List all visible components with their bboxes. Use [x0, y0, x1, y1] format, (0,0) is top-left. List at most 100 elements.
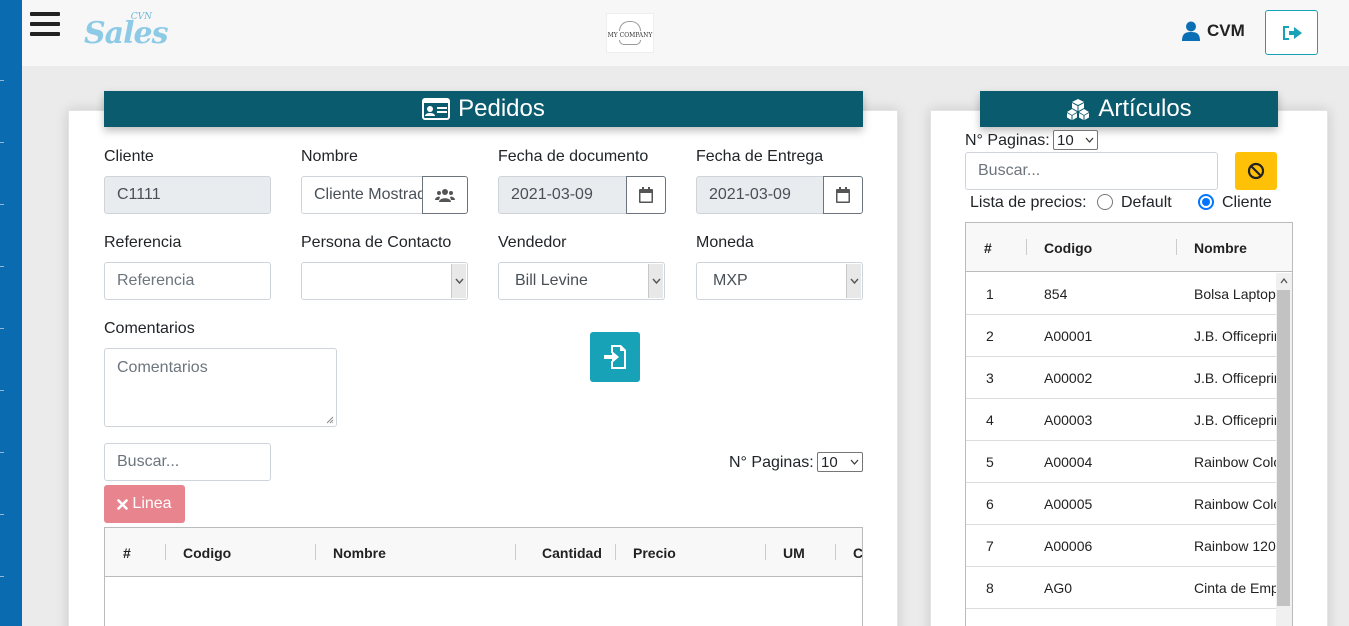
cell-nombre: J.B. Officeprint	[1194, 412, 1276, 428]
cliente-field: C1111	[104, 176, 271, 214]
contacto-select[interactable]	[301, 262, 468, 300]
articulos-table: # Codigo Nombre 1 854 Bolsa Laptop 2 A00001 J…	[965, 222, 1293, 626]
col-header[interactable]: Nombre	[1194, 223, 1247, 272]
cell-n: 5	[986, 454, 994, 470]
articulos-pages-label: N° Paginas:	[965, 132, 1050, 149]
remove-line-button[interactable]: Linea	[104, 485, 185, 523]
calendar-icon	[639, 187, 653, 203]
table-row[interactable]: 7 A00006 Rainbow 1200	[966, 525, 1276, 567]
cell-n: 3	[986, 370, 994, 386]
radio-default-label[interactable]: Default	[1121, 194, 1172, 212]
users-icon	[435, 189, 455, 202]
hamburger-menu-icon[interactable]	[30, 12, 60, 38]
col-header[interactable]: Codigo	[183, 528, 231, 577]
pedidos-title: Pedidos	[458, 95, 545, 122]
fecha-doc-field[interactable]: 2021-03-09	[498, 176, 627, 214]
col-header[interactable]: C	[853, 528, 862, 577]
referencia-label: Referencia	[104, 234, 182, 251]
moneda-select[interactable]: MXP	[696, 262, 863, 300]
articulos-title: Artículos	[1098, 95, 1192, 122]
cell-codigo: A00002	[1044, 370, 1093, 386]
scroll-up-icon[interactable]	[1280, 278, 1288, 284]
table-row[interactable]: 1 854 Bolsa Laptop	[966, 273, 1276, 315]
cell-n: 4	[986, 412, 994, 428]
table-scrollbar[interactable]	[1276, 273, 1292, 626]
vendedor-select[interactable]: Bill Levine	[498, 262, 665, 300]
close-icon	[117, 498, 129, 510]
contacto-label: Persona de Contacto	[301, 234, 452, 251]
table-row[interactable]: 6 A00005 Rainbow Color	[966, 483, 1276, 525]
pedidos-header: Pedidos	[104, 91, 863, 127]
vendedor-label: Vendedor	[498, 234, 567, 251]
fecha-entrega-label: Fecha de Entrega	[696, 148, 824, 165]
clear-search-button[interactable]	[1235, 152, 1277, 190]
col-header[interactable]: Precio	[633, 528, 676, 577]
cell-nombre: Bolsa Laptop	[1194, 286, 1276, 302]
cliente-label: Cliente	[104, 148, 154, 165]
table-row[interactable]: 2 A00001 J.B. Officeprint	[966, 315, 1276, 357]
user-name: CVM	[1207, 21, 1245, 40]
pedidos-search-input[interactable]: Buscar...	[104, 443, 271, 481]
comentarios-field[interactable]: Comentarios	[104, 348, 337, 427]
fecha-entrega-calendar-button[interactable]	[823, 176, 863, 214]
scrollbar-thumb[interactable]	[1277, 290, 1290, 606]
user-icon	[1182, 21, 1200, 41]
calendar-icon	[836, 187, 850, 203]
cell-n: 8	[986, 580, 994, 596]
articulos-table-header: # Codigo Nombre	[966, 223, 1292, 272]
company-logo-text: MY COMPANY	[607, 32, 653, 39]
user-menu[interactable]: CVM	[1182, 21, 1245, 41]
articulos-search-input[interactable]: Buscar...	[965, 152, 1218, 190]
pedidos-pages-value: 10	[821, 453, 838, 471]
nombre-label: Nombre	[301, 148, 358, 165]
nombre-field[interactable]: Cliente Mostrador	[301, 176, 423, 214]
pedidos-pages-label: N° Paginas:	[729, 454, 814, 471]
col-header[interactable]: Nombre	[333, 528, 386, 577]
cell-codigo: A00004	[1044, 454, 1093, 470]
table-row[interactable]: 8 AG0 Cinta de Emp	[966, 567, 1276, 609]
col-header[interactable]: #	[984, 223, 992, 272]
col-header[interactable]: Codigo	[1044, 223, 1092, 272]
cell-nombre: Cinta de Emp	[1194, 580, 1276, 596]
chevron-down-icon	[850, 459, 859, 465]
articulos-pages-select[interactable]: 10	[1053, 130, 1098, 150]
logout-button[interactable]	[1265, 10, 1318, 55]
cubes-icon	[1067, 99, 1090, 120]
cell-codigo: 854	[1044, 286, 1068, 302]
cell-nombre: Rainbow 1200	[1194, 538, 1276, 554]
table-row[interactable]: 5 A00004 Rainbow Color	[966, 441, 1276, 483]
col-header[interactable]: Cantidad	[542, 528, 602, 577]
pedidos-table: # Codigo Nombre Cantidad Precio UM C	[104, 527, 863, 626]
pedidos-pages-select[interactable]: 10	[817, 452, 863, 472]
col-header[interactable]: #	[123, 528, 131, 577]
fecha-entrega-field[interactable]: 2021-03-09	[696, 176, 824, 214]
company-logo: MY COMPANY	[606, 13, 654, 53]
cell-n: 2	[986, 328, 994, 344]
ban-icon	[1247, 162, 1265, 180]
table-row[interactable]: 3 A00002 J.B. Officeprint	[966, 357, 1276, 399]
chevron-down-icon	[451, 264, 466, 298]
select-client-button[interactable]	[422, 176, 468, 214]
cell-codigo: A00003	[1044, 412, 1093, 428]
comentarios-placeholder: Comentarios	[117, 359, 208, 376]
resize-grip-icon	[326, 416, 334, 424]
radio-cliente-label[interactable]: Cliente	[1222, 194, 1272, 212]
price-list-label: Lista de precios:	[970, 194, 1087, 211]
cell-n: 1	[986, 286, 994, 302]
linea-label: Linea	[132, 495, 172, 512]
table-row[interactable]: 4 A00003 J.B. Officeprint	[966, 399, 1276, 441]
chevron-down-icon	[1085, 137, 1094, 143]
cell-codigo: AG0	[1044, 580, 1073, 596]
import-button[interactable]	[590, 332, 640, 382]
vendedor-value: Bill Levine	[515, 272, 588, 289]
radio-cliente[interactable]	[1198, 194, 1214, 210]
pedidos-table-header: # Codigo Nombre Cantidad Precio UM C	[105, 528, 862, 577]
id-card-icon	[422, 98, 451, 120]
file-import-icon	[604, 345, 626, 369]
radio-default[interactable]	[1097, 194, 1113, 210]
col-header[interactable]: UM	[783, 528, 805, 577]
articulos-header: Artículos	[980, 91, 1278, 127]
cell-codigo: A00001	[1044, 328, 1093, 344]
fecha-doc-calendar-button[interactable]	[626, 176, 666, 214]
referencia-field[interactable]: Referencia	[104, 262, 271, 300]
